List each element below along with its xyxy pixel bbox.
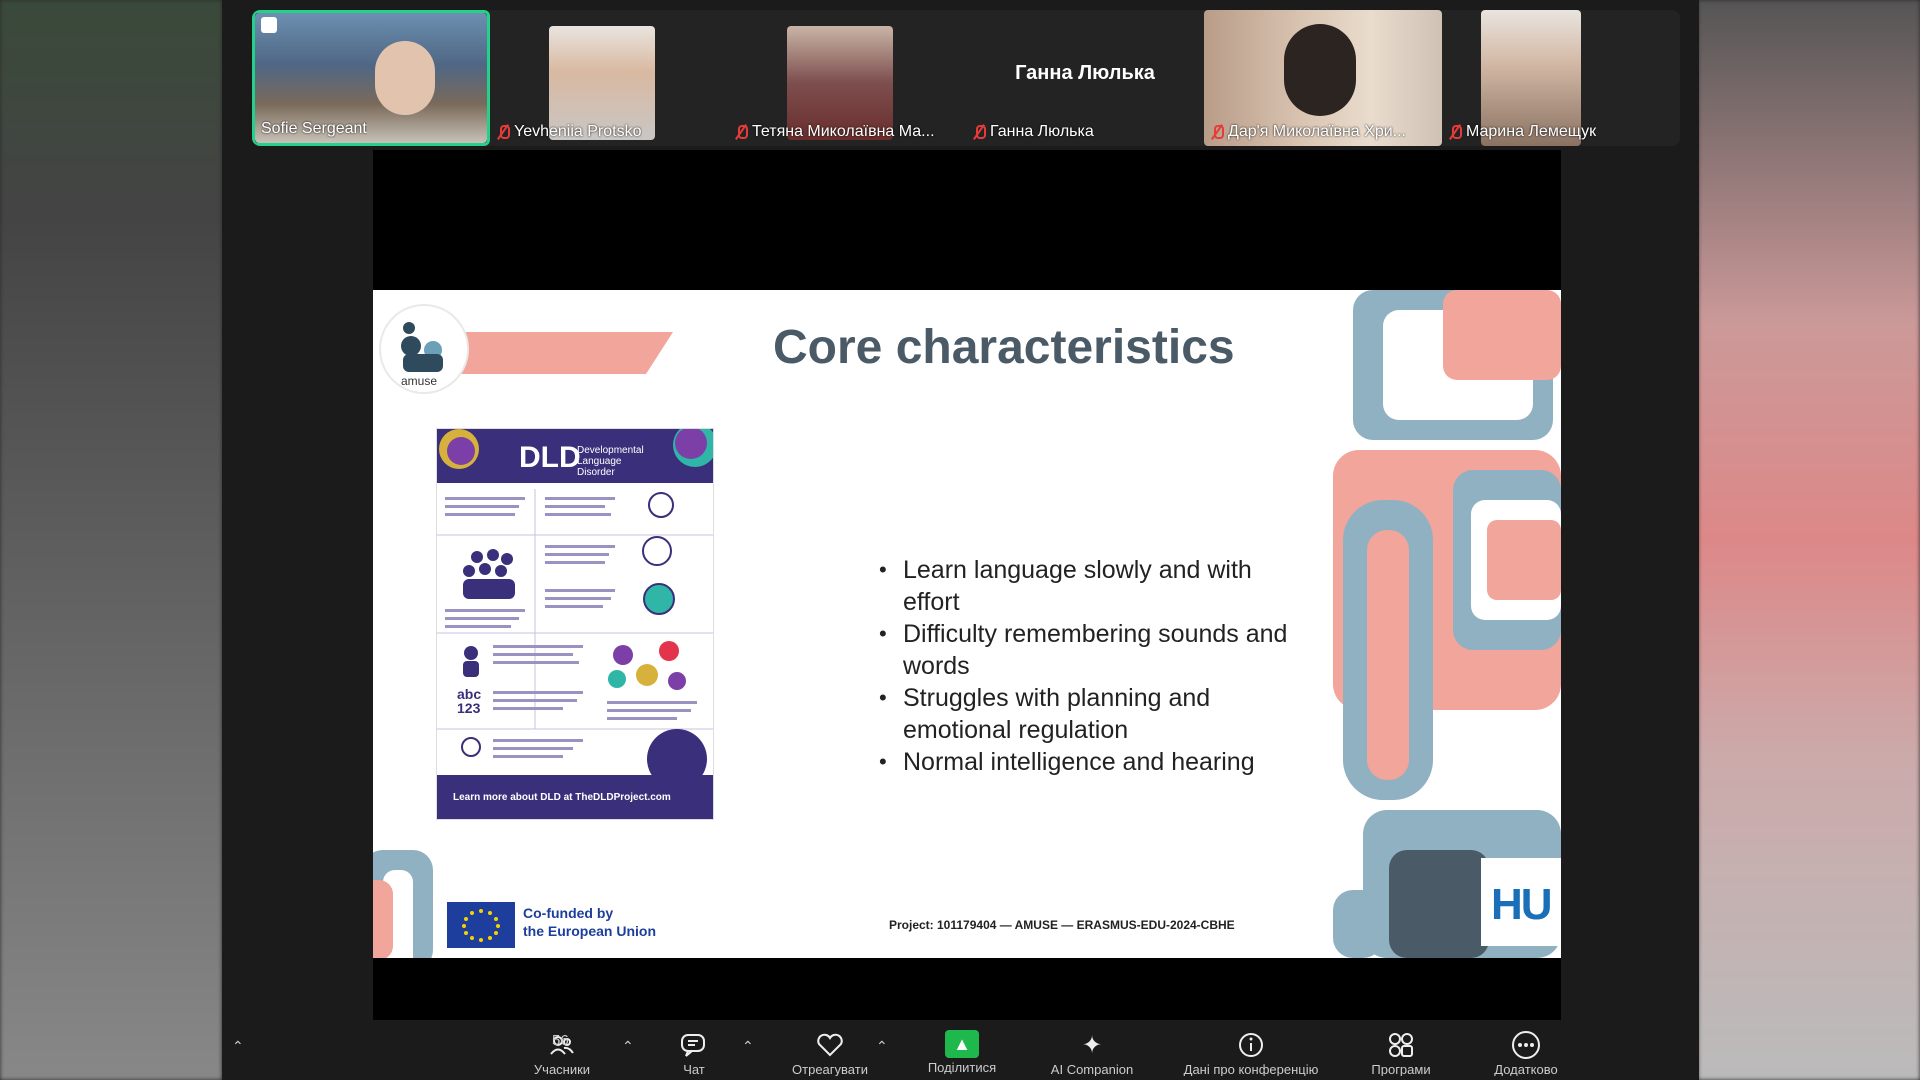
poster-footer-text: Learn more about DLD at TheDLDProject.co…: [453, 792, 671, 803]
participant-name: Yevheniia Protsko: [496, 123, 642, 141]
bullet-item: Normal intelligence and hearing: [873, 746, 1293, 778]
ai-companion-label: AI Companion: [1050, 1062, 1134, 1076]
chat-caret-icon[interactable]: ⌃: [742, 1038, 754, 1055]
participant-display-name: Ганна Люлька: [1015, 62, 1155, 84]
ai-companion-icon: ✦: [1081, 1031, 1103, 1059]
participant-tile-5[interactable]: Дар'я Миколаївна Хри...: [1204, 10, 1442, 146]
chat-icon: [679, 1030, 709, 1060]
react-label: Отреагувати: [792, 1062, 868, 1076]
share-label: Поділитися: [927, 1060, 997, 1074]
meeting-window: Sofie Sergeant Yevheniia Protsko Тетяна …: [222, 0, 1699, 1080]
info-icon: [1236, 1030, 1266, 1060]
avatar: [375, 41, 435, 115]
mic-muted-icon: [496, 124, 510, 140]
more-icon: [1511, 1030, 1541, 1060]
slide-title: Core characteristics: [773, 321, 1235, 374]
caret-up-icon[interactable]: ⌃: [232, 1038, 244, 1055]
participant-tile-2[interactable]: Yevheniia Protsko: [490, 10, 728, 146]
bullet-item: Difficulty remembering sounds and words: [873, 618, 1293, 682]
participant-name: Дар'я Миколаївна Хри...: [1210, 123, 1406, 141]
decorative-shapes-left: [373, 850, 433, 958]
react-button[interactable]: Отреагувати: [770, 1030, 890, 1076]
meeting-info-button[interactable]: Дані про конференцію: [1166, 1030, 1336, 1076]
participant-tile-1[interactable]: Sofie Sergeant: [252, 10, 490, 146]
react-caret-icon[interactable]: ⌃: [876, 1038, 888, 1055]
participant-tile-3[interactable]: Тетяна Миколаївна Ма...: [728, 10, 966, 146]
apps-icon: [1386, 1030, 1416, 1060]
meeting-toolbar: ⌃ 56 Учасники ⌃ Чат ⌃ Отреагувати ⌃ ▲ По…: [222, 1024, 1699, 1080]
react-icon: [815, 1030, 845, 1060]
apps-button[interactable]: Програми: [1346, 1030, 1456, 1076]
mic-muted-icon: [734, 124, 748, 140]
participants-caret-icon[interactable]: ⌃: [622, 1038, 634, 1055]
participant-tile-6[interactable]: Марина Лемещук: [1442, 10, 1680, 146]
eu-text-line1: Co-funded by: [523, 905, 614, 921]
participant-name: Ганна Люлька: [972, 123, 1094, 141]
shared-screen: amuse Core characteristics DLD Developme…: [373, 150, 1561, 1020]
mic-muted-icon: [1210, 124, 1224, 140]
eu-funding-text: Co-funded by the European Union: [523, 904, 656, 940]
ai-companion-button[interactable]: ✦ AI Companion: [1032, 1030, 1152, 1077]
more-label: Додатково: [1494, 1062, 1558, 1076]
pin-icon: [261, 17, 277, 33]
mic-muted-icon: [1448, 124, 1462, 140]
background-right: [1698, 0, 1920, 1080]
mic-muted-icon: [972, 124, 986, 140]
chat-label: Чат: [683, 1062, 705, 1076]
bullet-item: Learn language slowly and with effort: [873, 554, 1293, 618]
bullet-item: Struggles with planning and emotional re…: [873, 682, 1293, 746]
share-icon: ▲: [945, 1030, 979, 1058]
participant-strip: Sofie Sergeant Yevheniia Protsko Тетяна …: [252, 10, 1680, 146]
poster-badge: abc 123: [457, 686, 482, 716]
eu-text-line2: the European Union: [523, 923, 656, 939]
participant-name: Тетяна Миколаївна Ма...: [734, 123, 935, 141]
participant-tile-4[interactable]: Ганна Люлька Ганна Люлька: [966, 10, 1204, 146]
logo-text: amuse: [401, 374, 438, 388]
presentation-slide: amuse Core characteristics DLD Developme…: [373, 290, 1561, 958]
participants-label: Учасники: [533, 1062, 591, 1076]
chat-button[interactable]: Чат: [664, 1030, 724, 1076]
more-button[interactable]: Додатково: [1466, 1030, 1586, 1076]
participant-name: Sofie Sergeant: [261, 120, 367, 137]
apps-label: Програми: [1371, 1062, 1431, 1076]
poster-subtitle: Developmental Language Disorder: [577, 445, 644, 478]
participants-count: 56: [552, 1032, 569, 1049]
meeting-info-label: Дані про конференцію: [1183, 1062, 1319, 1076]
poster-title: DLD: [519, 441, 581, 474]
participant-name: Марина Лемещук: [1448, 123, 1596, 141]
eu-stars-icon: [462, 909, 500, 942]
dld-poster: DLD Developmental Language Disorder abc …: [436, 428, 714, 820]
hu-logo-text: HU: [1491, 880, 1553, 929]
background-left: [0, 0, 222, 1080]
poster-graphics: [437, 429, 713, 789]
avatar: [1284, 24, 1356, 116]
participants-button[interactable]: 56 Учасники: [512, 1030, 612, 1076]
eu-flag-icon: [447, 902, 515, 948]
project-id: Project: 101179404 — AMUSE — ERASMUS-EDU…: [889, 918, 1235, 932]
bullet-list: Learn language slowly and with effort Di…: [873, 554, 1293, 778]
share-button[interactable]: ▲ Поділитися: [912, 1030, 1012, 1074]
